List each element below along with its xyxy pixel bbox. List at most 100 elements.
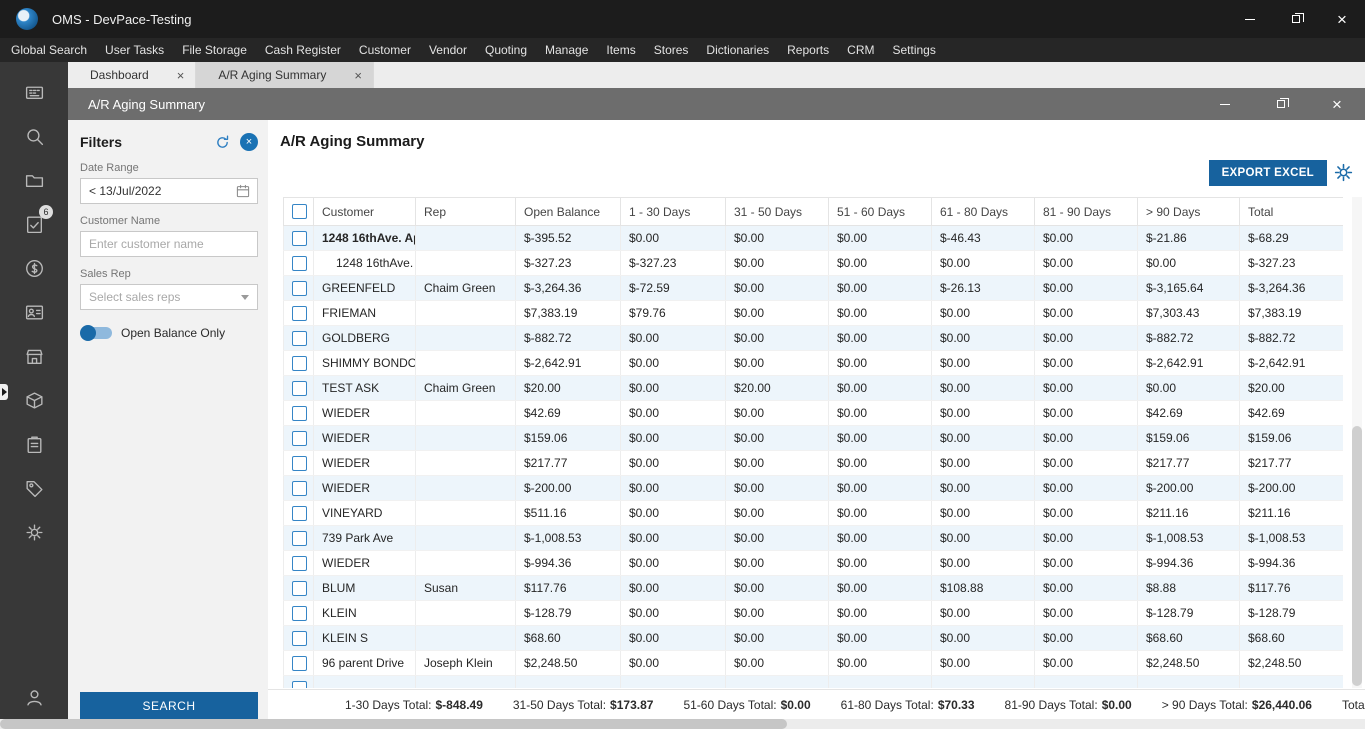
row-checkbox[interactable] <box>292 480 307 496</box>
sidebar-item-store[interactable] <box>14 336 54 376</box>
row-checkbox[interactable] <box>292 255 307 271</box>
date-range-field[interactable] <box>80 178 258 204</box>
value-cell: $0.00 <box>828 250 932 276</box>
row-checkbox[interactable] <box>292 630 307 646</box>
window-minimize-button[interactable] <box>1227 0 1273 38</box>
sidebar-item-tag[interactable] <box>14 468 54 508</box>
sidebar-item-search[interactable] <box>14 116 54 156</box>
horizontal-scrollbar[interactable] <box>0 719 1365 729</box>
row-checkbox[interactable] <box>292 555 307 571</box>
column-header-31-50-days[interactable]: 31 - 50 Days <box>725 197 829 226</box>
sidebar-item-user[interactable] <box>14 677 54 717</box>
row-checkbox[interactable] <box>292 280 307 296</box>
value-cell: $0.00 <box>931 500 1035 526</box>
sidebar-expand-arrow-icon[interactable] <box>0 384 8 400</box>
menu-item-customer[interactable]: Customer <box>350 38 420 62</box>
row-checkbox[interactable] <box>292 580 307 596</box>
value-cell: $7,383.19 <box>515 300 621 326</box>
value-cell: $2,248.50 <box>515 650 621 676</box>
value-cell: $0.00 <box>828 550 932 576</box>
menu-item-stores[interactable]: Stores <box>645 38 698 62</box>
row-checkbox[interactable] <box>292 655 307 671</box>
inner-minimize-button[interactable] <box>1197 88 1253 120</box>
row-checkbox[interactable] <box>292 605 307 621</box>
clipboard-icon <box>24 434 45 455</box>
select-all-checkbox[interactable] <box>292 204 307 220</box>
row-checkbox[interactable] <box>292 430 307 446</box>
column-header-81-90-days[interactable]: 81 - 90 Days <box>1034 197 1138 226</box>
value-cell: $-1,008.53 <box>1137 525 1240 551</box>
row-checkbox[interactable] <box>292 230 307 246</box>
sidebar-item-contacts[interactable] <box>14 292 54 332</box>
sidebar-item-settings-gear[interactable] <box>14 512 54 552</box>
value-cell: $0.00 <box>1034 575 1138 601</box>
column-header-61-80-days[interactable]: 61 - 80 Days <box>931 197 1035 226</box>
menu-item-crm[interactable]: CRM <box>838 38 883 62</box>
export-excel-button[interactable]: EXPORT EXCEL <box>1208 160 1327 186</box>
tab-close-icon[interactable]: × <box>177 69 185 82</box>
column-header-customer[interactable]: Customer <box>313 197 416 226</box>
window-close-button[interactable]: × <box>1319 0 1365 38</box>
sidebar-item-dashboard[interactable] <box>14 72 54 112</box>
row-checkbox[interactable] <box>292 530 307 546</box>
column-header-90-days[interactable]: > 90 Days <box>1137 197 1240 226</box>
sidebar-item-tasks[interactable]: 6 <box>14 204 54 244</box>
menu-item-dictionaries[interactable]: Dictionaries <box>697 38 778 62</box>
sidebar-item-money[interactable] <box>14 248 54 288</box>
tab-dashboard[interactable]: Dashboard × <box>68 62 197 88</box>
vertical-scrollbar-thumb[interactable] <box>1352 426 1362 686</box>
menu-item-reports[interactable]: Reports <box>778 38 838 62</box>
menu-item-global-search[interactable]: Global Search <box>2 38 96 62</box>
menu-item-user-tasks[interactable]: User Tasks <box>96 38 173 62</box>
inner-restore-button[interactable] <box>1253 88 1309 120</box>
menu-item-items[interactable]: Items <box>597 38 644 62</box>
value-cell: $0.00 <box>620 475 726 501</box>
tab-a-r-aging-summary[interactable]: A/R Aging Summary × <box>196 62 374 88</box>
menu-item-file-storage[interactable]: File Storage <box>173 38 256 62</box>
row-checkbox[interactable] <box>292 680 307 688</box>
column-header-51-60-days[interactable]: 51 - 60 Days <box>828 197 932 226</box>
row-checkbox[interactable] <box>292 380 307 396</box>
total-item-total: Total:$25,835.77 <box>1342 698 1365 712</box>
value-cell: $0.00 <box>620 625 726 651</box>
menu-item-cash-register[interactable]: Cash Register <box>256 38 350 62</box>
open-balance-only-toggle[interactable] <box>80 325 112 341</box>
column-header-1-30-days[interactable]: 1 - 30 Days <box>620 197 726 226</box>
inner-close-button[interactable]: × <box>1309 88 1365 120</box>
row-checkbox[interactable] <box>292 505 307 521</box>
date-range-input[interactable] <box>89 184 249 198</box>
value-cell <box>1239 675 1343 688</box>
sidebar-item-folder[interactable] <box>14 160 54 200</box>
sales-rep-select[interactable]: Select sales reps <box>80 284 258 310</box>
column-header-total[interactable]: Total <box>1239 197 1343 226</box>
row-checkbox[interactable] <box>292 330 307 346</box>
table-settings-button[interactable] <box>1333 162 1354 188</box>
sidebar-item-clipboard[interactable] <box>14 424 54 464</box>
menu-item-settings[interactable]: Settings <box>883 38 944 62</box>
value-cell: $8.88 <box>1137 575 1240 601</box>
horizontal-scrollbar-thumb[interactable] <box>0 719 787 729</box>
menu-item-manage[interactable]: Manage <box>536 38 597 62</box>
tab-close-icon[interactable]: × <box>354 69 362 82</box>
row-checkbox[interactable] <box>292 405 307 421</box>
value-cell: $117.76 <box>1239 575 1343 601</box>
menu-item-vendor[interactable]: Vendor <box>420 38 476 62</box>
row-checkbox[interactable] <box>292 305 307 321</box>
open-balance-only-label: Open Balance Only <box>121 326 226 340</box>
search-button[interactable]: SEARCH <box>80 692 258 719</box>
row-checkbox[interactable] <box>292 355 307 371</box>
window-restore-button[interactable] <box>1273 0 1319 38</box>
menu-item-quoting[interactable]: Quoting <box>476 38 536 62</box>
customer-name-field[interactable] <box>80 231 258 257</box>
customer-name-input[interactable] <box>89 237 249 251</box>
row-checkbox[interactable] <box>292 455 307 471</box>
column-header-open-balance[interactable]: Open Balance <box>515 197 621 226</box>
value-cell: $-3,165.64 <box>1137 275 1240 301</box>
sidebar-item-package[interactable] <box>14 380 54 420</box>
column-header-rep[interactable]: Rep <box>415 197 516 226</box>
close-filters-button[interactable]: × <box>240 133 258 151</box>
vertical-scrollbar[interactable] <box>1352 197 1362 688</box>
calendar-icon[interactable] <box>235 183 251 202</box>
value-cell: $42.69 <box>1239 400 1343 426</box>
refresh-filters-button[interactable] <box>214 134 231 151</box>
